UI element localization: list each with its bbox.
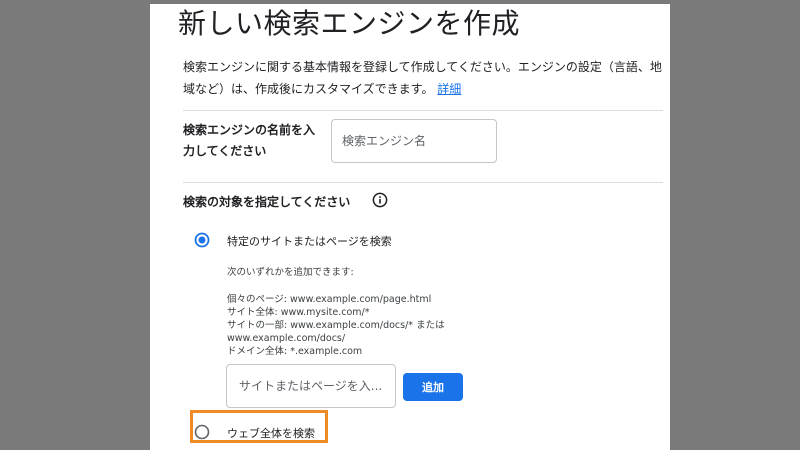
hint-intro: 次のいずれかを追加できます: — [227, 267, 354, 278]
details-link[interactable]: 詳細 — [437, 82, 461, 96]
divider — [183, 182, 663, 183]
name-field-label: 検索エンジンの名前を入力してください — [183, 123, 316, 158]
hint-examples-list: 個々のページ: www.example.com/page.html サイト全体:… — [227, 293, 445, 358]
search-engine-name-input[interactable] — [331, 119, 497, 163]
divider — [183, 110, 663, 111]
hint-example: サイトの一部: www.example.com/docs/* または — [227, 320, 445, 331]
hint-example: サイト全体: www.mysite.com/* — [227, 307, 370, 318]
hint-example: www.example.com/docs/ — [227, 333, 346, 344]
info-icon[interactable] — [372, 192, 388, 208]
page-title: 新しい検索エンジンを作成 — [178, 7, 521, 40]
create-search-engine-panel: 新しい検索エンジンを作成 検索エンジンに関する基本情報を登録して作成してください… — [150, 4, 670, 450]
target-section-heading: 検索の対象を指定してください — [183, 195, 351, 209]
hint-example: 個々のページ: www.example.com/page.html — [227, 294, 432, 305]
radio-label-specific-sites[interactable]: 特定のサイトまたはページを検索 — [227, 233, 392, 249]
hint-example: ドメイン全体: *.example.com — [227, 346, 363, 357]
radio-label-entire-web[interactable]: ウェブ全体を検索 — [227, 425, 315, 441]
site-url-input[interactable] — [226, 364, 396, 408]
description-text: 検索エンジンに関する基本情報を登録して作成してください。エンジンの設定（言語、地… — [183, 60, 662, 96]
radio-entire-web[interactable] — [194, 424, 210, 440]
add-site-button[interactable]: 追加 — [403, 373, 463, 401]
radio-specific-sites[interactable] — [194, 232, 210, 248]
page-description: 検索エンジンに関する基本情報を登録して作成してください。エンジンの設定（言語、地… — [183, 56, 663, 100]
